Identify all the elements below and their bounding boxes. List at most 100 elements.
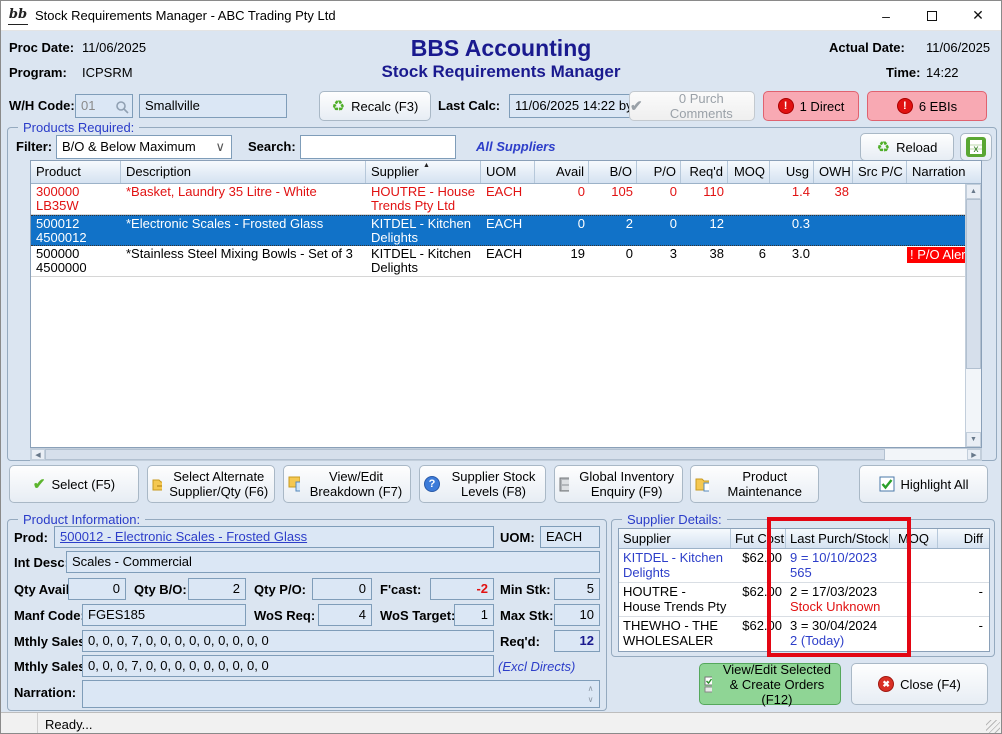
select-button[interactable]: ✔ Select (F5) <box>9 465 139 503</box>
column-header-uom[interactable]: UOM <box>481 161 535 183</box>
wh-code-field[interactable]: 01 <box>75 94 133 118</box>
reqd-label: Req'd: <box>500 634 540 649</box>
vertical-scrollbar[interactable]: ▲ ▼ <box>965 184 981 447</box>
search-input[interactable] <box>300 135 456 159</box>
column-header-moq[interactable]: MOQ <box>890 529 938 548</box>
column-header-supplier[interactable]: Supplier <box>619 529 731 548</box>
time-value: 14:22 <box>926 65 959 80</box>
qty-po-label: Qty P/O: <box>254 582 306 597</box>
column-header-last-purch-stock[interactable]: Last Purch/Stock <box>786 529 890 548</box>
status-text: Ready... <box>45 717 92 732</box>
maximize-button[interactable] <box>909 1 955 31</box>
qty-avail-label: Qty Avail: <box>14 582 74 597</box>
export-excel-button[interactable]: x <box>960 133 992 161</box>
int-desc-label: Int Desc: <box>14 555 69 570</box>
column-header-moq[interactable]: MOQ <box>728 161 770 183</box>
max-stk-label: Max Stk: <box>500 608 553 623</box>
check-icon: ✔ <box>33 477 46 492</box>
exclamation-icon: ! <box>897 98 913 114</box>
close-button[interactable]: ✕ <box>955 1 1001 31</box>
search-lookup-icon[interactable] <box>115 100 129 114</box>
scroll-up-icon[interactable]: ▲ <box>966 184 981 199</box>
recalc-icon: ♻ <box>332 99 345 114</box>
filter-label: Filter: <box>16 139 52 154</box>
table-row[interactable]: 300000LB35W *Basket, Laundry 35 Litre - … <box>31 184 981 215</box>
products-table-header: Product Description Supplier▲ UOM Avail … <box>31 161 981 184</box>
wos-target-label: WoS Target: <box>380 608 455 623</box>
filter-dropdown[interactable]: B/O & Below Maximum ∨ <box>56 135 232 159</box>
cabinet-icon <box>559 477 569 492</box>
supplier-row[interactable]: HOUTRE - House Trends Pty Ltd $62.00 2 =… <box>619 583 989 617</box>
excel-icon: x <box>966 137 986 157</box>
supplier-row[interactable]: THEWHO - THE WHOLESALER $62.00 3 = 30/04… <box>619 617 989 651</box>
recalc-button[interactable]: ♻ Recalc (F3) <box>319 91 431 121</box>
column-header-po[interactable]: P/O <box>637 161 681 183</box>
exclamation-icon: ! <box>778 98 794 114</box>
create-orders-button[interactable]: View/Edit Selected & Create Orders (F12) <box>699 663 841 705</box>
column-header-product[interactable]: Product <box>31 161 121 183</box>
scroll-down-icon[interactable]: ▼ <box>966 432 981 447</box>
check-icon: ✔ <box>630 99 643 114</box>
product-maintenance-button[interactable]: Product Maintenance <box>690 465 819 503</box>
reload-button[interactable]: ♻ Reload <box>860 133 954 161</box>
checklist-icon <box>704 676 712 693</box>
min-stk-label: Min Stk: <box>500 582 551 597</box>
column-header-usg[interactable]: Usg <box>770 161 814 183</box>
column-header-diff[interactable]: Diff <box>938 529 989 548</box>
table-row[interactable]: 5000004500000 *Stainless Steel Mixing Bo… <box>31 246 981 277</box>
wos-target-field: 1 <box>454 604 494 626</box>
fcast-field: -2 <box>430 578 494 600</box>
mthly-sales-label: Mthly Sales: <box>14 659 90 674</box>
supplier-row[interactable]: KITDEL - Kitchen Delights $62.00 9 = 10/… <box>619 549 989 583</box>
horizontal-scrollbar[interactable]: ◀ ▶ <box>30 448 982 461</box>
highlight-all-button[interactable]: Highlight All <box>859 465 988 503</box>
minimize-button[interactable]: – <box>863 1 909 31</box>
scroll-right-icon[interactable]: ▶ <box>967 449 981 460</box>
supplier-details-table: Supplier Fut Cost Last Purch/Stock MOQ D… <box>618 528 990 652</box>
supplier-stock-levels-button[interactable]: ? Supplier Stock Levels (F8) <box>419 465 546 503</box>
supplier-details-group: Supplier Details: Supplier Fut Cost Last… <box>611 519 995 657</box>
direct-alert-button[interactable]: ! 1 Direct <box>763 91 859 121</box>
table-row-selected[interactable]: 5000124500012 *Electronic Scales - Frost… <box>31 215 981 246</box>
column-header-srcpc[interactable]: Src P/C <box>853 161 907 183</box>
narration-field[interactable]: ∧ ∨ <box>82 680 600 708</box>
column-header-fut-cost[interactable]: Fut Cost <box>731 529 786 548</box>
scroll-left-icon[interactable]: ◀ <box>31 449 45 460</box>
max-stk-field: 10 <box>554 604 600 626</box>
wos-req-field: 4 <box>318 604 372 626</box>
global-inventory-enquiry-button[interactable]: Global Inventory Enquiry (F9) <box>554 465 683 503</box>
column-header-owh[interactable]: OWH <box>814 161 853 183</box>
last-calc-label: Last Calc: <box>438 98 500 113</box>
prod-link-field[interactable]: 500012 - Electronic Scales - Frosted Gla… <box>54 526 494 548</box>
view-edit-breakdown-button[interactable]: View/Edit Breakdown (F7) <box>283 465 411 503</box>
qty-bo-field: 2 <box>188 578 246 600</box>
excl-directs-label: (Excl Directs) <box>498 659 575 674</box>
column-header-reqd[interactable]: Req'd <box>681 161 728 183</box>
mthly-sales-field-2: 0, 0, 0, 7, 0, 0, 0, 0, 0, 0, 0, 0, 0 <box>82 655 494 677</box>
products-table: Product Description Supplier▲ UOM Avail … <box>30 160 982 448</box>
folder-document-icon <box>695 476 709 492</box>
column-header-narration[interactable]: Narration <box>907 161 981 183</box>
column-header-avail[interactable]: Avail <box>535 161 589 183</box>
close-f4-button[interactable]: ✖ Close (F4) <box>851 663 988 705</box>
spin-down-icon[interactable]: ∨ <box>584 695 597 704</box>
column-header-description[interactable]: Description <box>121 161 366 183</box>
column-header-bo[interactable]: B/O <box>589 161 637 183</box>
status-bar: Ready... <box>1 712 1001 734</box>
column-header-supplier[interactable]: Supplier▲ <box>366 161 481 183</box>
products-required-group-label: Products Required: <box>18 120 139 135</box>
fcast-label: F'cast: <box>380 582 421 597</box>
scrollbar-thumb[interactable] <box>966 199 981 369</box>
app-logo-icon: bb <box>8 7 28 25</box>
select-alternate-supplier-button[interactable]: Select Alternate Supplier/Qty (F6) <box>147 465 275 503</box>
close-icon: ✖ <box>878 676 894 692</box>
qty-avail-field: 0 <box>68 578 126 600</box>
supplier-scope-label: All Suppliers <box>476 139 555 154</box>
ebis-alert-button[interactable]: ! 6 EBIs <box>867 91 987 121</box>
scrollbar-thumb[interactable] <box>45 449 885 460</box>
warehouse-name-field[interactable]: Smallville <box>139 94 287 118</box>
min-stk-field: 5 <box>554 578 600 600</box>
uom-field: EACH <box>540 526 600 548</box>
spin-up-icon[interactable]: ∧ <box>584 684 597 693</box>
resize-grip[interactable] <box>986 720 1000 734</box>
